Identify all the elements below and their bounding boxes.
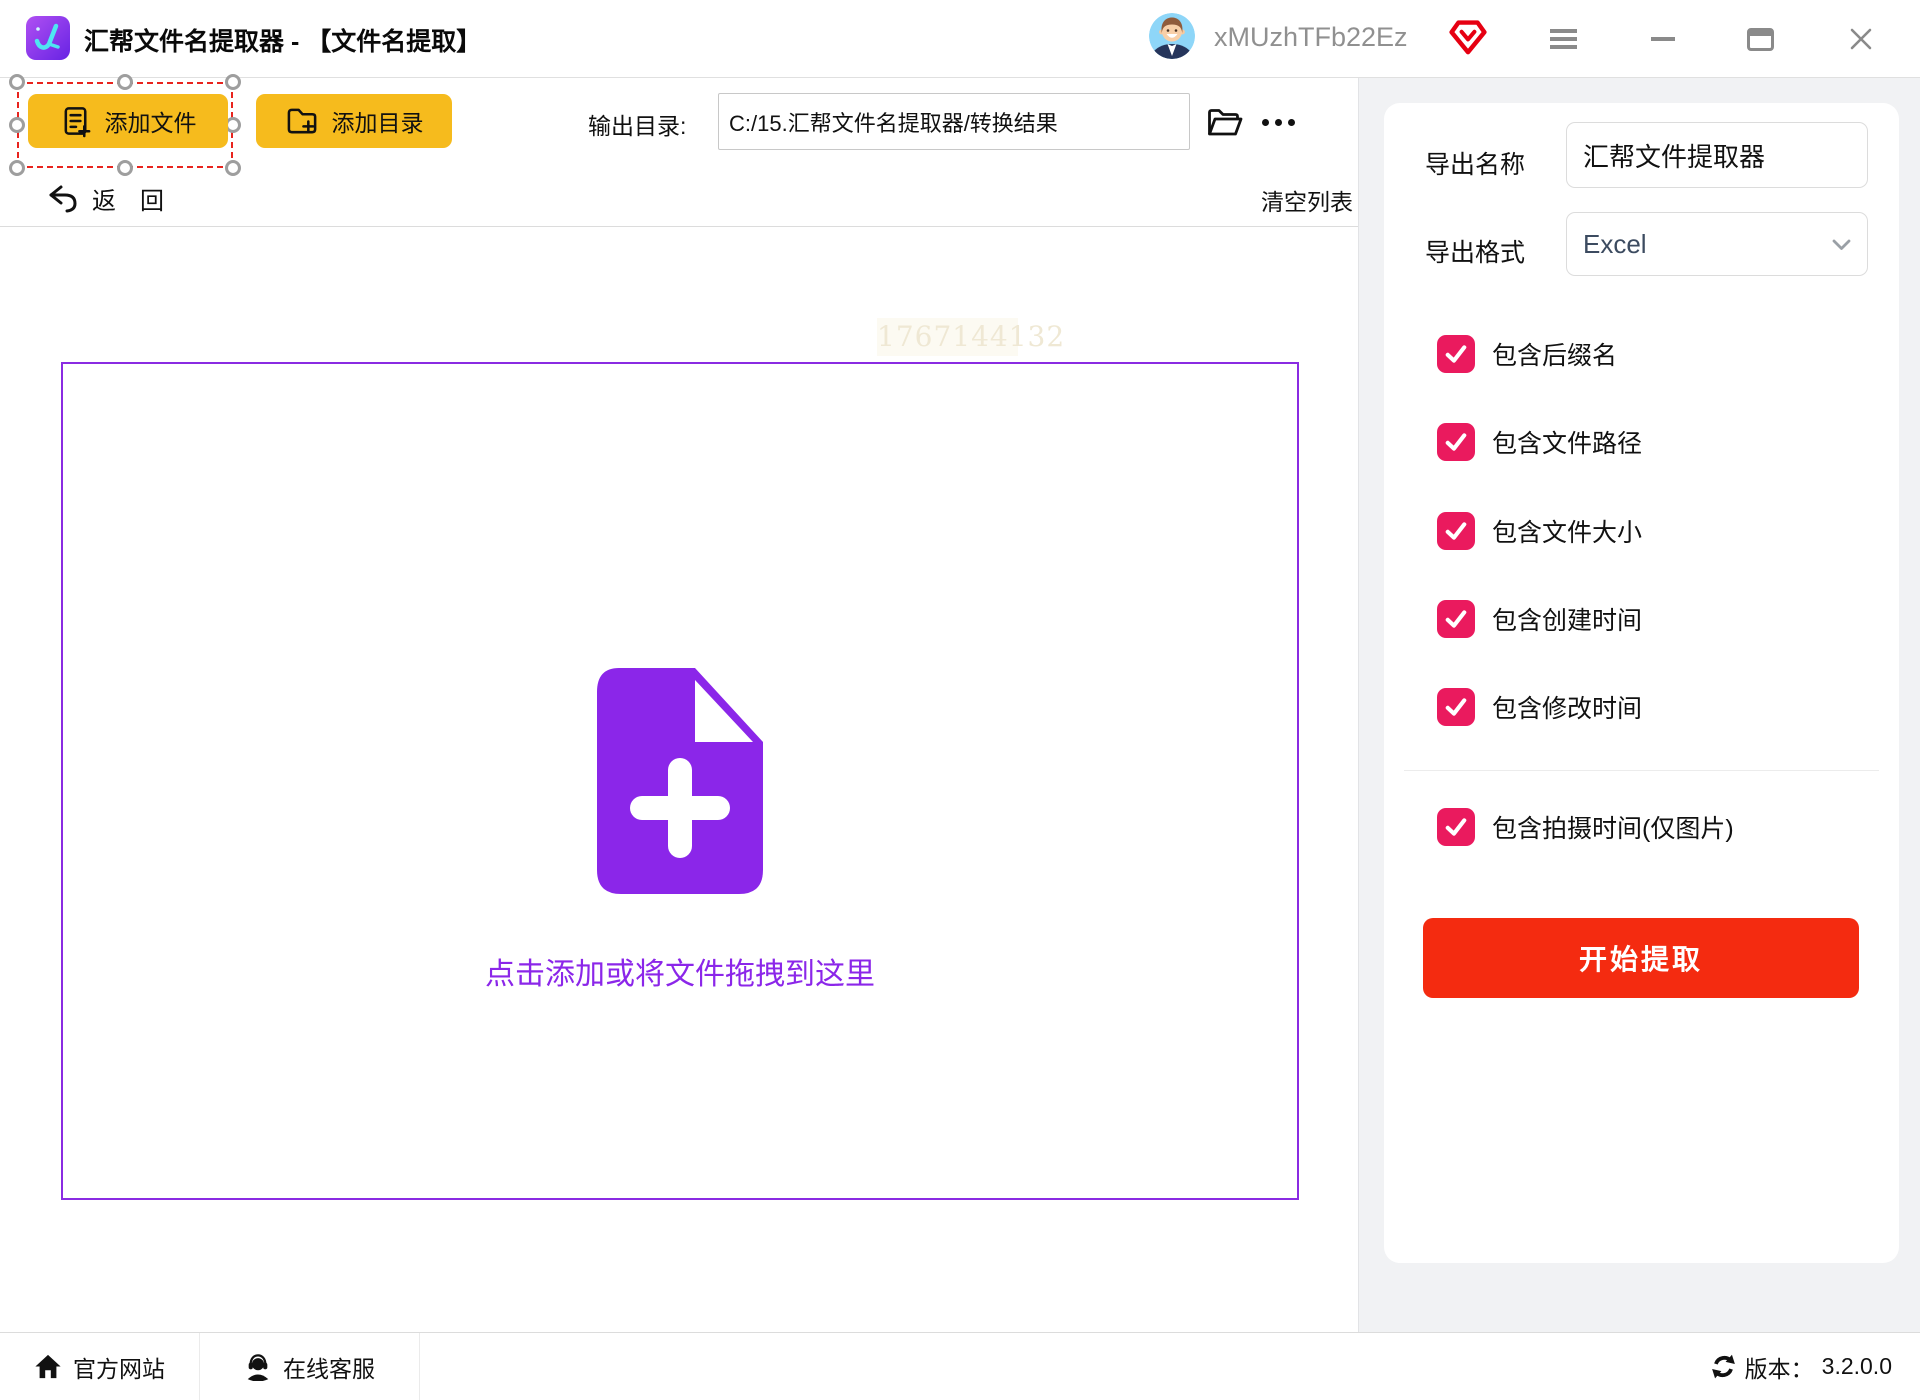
workspace: 1767144132 点击添加或将文件拖拽到这里 bbox=[0, 227, 1358, 1332]
close-button[interactable] bbox=[1841, 19, 1881, 59]
selection-handle[interactable] bbox=[9, 74, 25, 90]
toolbar: 添加文件 添加目录 输出目录: bbox=[0, 78, 1358, 227]
browse-folder-button[interactable] bbox=[1203, 100, 1247, 144]
add-directory-button[interactable]: 添加目录 bbox=[256, 94, 452, 148]
home-icon bbox=[34, 1353, 62, 1380]
add-directory-label: 添加目录 bbox=[332, 104, 424, 138]
checkbox-row-size[interactable]: 包含文件大小 bbox=[1437, 512, 1642, 550]
checkbox-label: 包含后缀名 bbox=[1492, 336, 1617, 372]
checkmark-icon bbox=[1442, 813, 1470, 841]
selection-handle[interactable] bbox=[117, 74, 133, 90]
start-extract-button[interactable]: 开始提取 bbox=[1423, 918, 1859, 998]
checkbox-row-shot-time[interactable]: 包含拍摄时间(仅图片) bbox=[1437, 808, 1734, 846]
checkbox-label: 包含文件路径 bbox=[1492, 424, 1642, 460]
folder-open-icon bbox=[1206, 106, 1244, 139]
vip-badge-icon[interactable] bbox=[1448, 17, 1488, 57]
checkbox-label: 包含拍摄时间(仅图片) bbox=[1492, 809, 1734, 845]
username: xMUzhTFb22Ez bbox=[1214, 22, 1408, 53]
refresh-icon[interactable] bbox=[1710, 1353, 1737, 1380]
file-plus-icon bbox=[597, 668, 763, 894]
headset-icon bbox=[244, 1353, 272, 1381]
selection-handle[interactable] bbox=[9, 117, 25, 133]
user-avatar[interactable] bbox=[1149, 13, 1195, 59]
maximize-icon bbox=[1747, 28, 1774, 51]
watermark: 1767144132 bbox=[877, 318, 1018, 356]
checkmark-icon bbox=[1442, 340, 1470, 368]
version-value: 3.2.0.0 bbox=[1822, 1353, 1892, 1380]
clear-list-button[interactable]: 清空列表 bbox=[1261, 183, 1353, 217]
app-logo-icon bbox=[26, 16, 70, 60]
titlebar: 汇帮文件名提取器 - 【文件名提取】 xMUzhTFb22Ez bbox=[0, 0, 1920, 78]
maximize-button[interactable] bbox=[1740, 19, 1780, 59]
add-directory-icon bbox=[285, 105, 320, 138]
online-support-link[interactable]: 在线客服 bbox=[200, 1333, 420, 1400]
footer: 官方网站 在线客服 版本： 3.2.0.0 bbox=[0, 1332, 1920, 1400]
export-name-input[interactable] bbox=[1566, 122, 1868, 188]
checkmark-icon bbox=[1442, 517, 1470, 545]
checkmark-icon bbox=[1442, 605, 1470, 633]
online-support-label: 在线客服 bbox=[283, 1350, 375, 1384]
official-website-link[interactable]: 官方网站 bbox=[0, 1333, 200, 1400]
more-options-button[interactable] bbox=[1255, 100, 1301, 144]
export-format-value: Excel bbox=[1583, 229, 1647, 260]
add-file-label: 添加文件 bbox=[105, 104, 197, 138]
more-options-icon bbox=[1262, 119, 1269, 126]
checkbox-row-path[interactable]: 包含文件路径 bbox=[1437, 423, 1642, 461]
close-icon bbox=[1849, 27, 1873, 51]
selection-handle[interactable] bbox=[225, 160, 241, 176]
checkbox-include-size[interactable] bbox=[1437, 512, 1475, 550]
menu-icon bbox=[1550, 25, 1577, 54]
checkbox-row-modified[interactable]: 包含修改时间 bbox=[1437, 688, 1642, 726]
sidebar: 导出名称 导出格式 Excel 包含后缀名 包含文件路径 bbox=[1358, 78, 1920, 1332]
checkmark-icon bbox=[1442, 428, 1470, 456]
export-name-label: 导出名称 bbox=[1425, 145, 1525, 181]
back-button[interactable]: 返 回 bbox=[46, 181, 164, 216]
checkbox-row-created[interactable]: 包含创建时间 bbox=[1437, 600, 1642, 638]
add-file-button[interactable]: 添加文件 bbox=[28, 94, 228, 148]
checkbox-include-path[interactable] bbox=[1437, 423, 1475, 461]
minimize-button[interactable] bbox=[1643, 19, 1683, 59]
checkbox-label: 包含文件大小 bbox=[1492, 513, 1642, 549]
checkbox-include-created-time[interactable] bbox=[1437, 600, 1475, 638]
selection-handle[interactable] bbox=[117, 160, 133, 176]
export-format-select[interactable]: Excel bbox=[1566, 212, 1868, 276]
export-settings-card: 导出名称 导出格式 Excel 包含后缀名 包含文件路径 bbox=[1384, 103, 1899, 1263]
output-dir-label: 输出目录: bbox=[588, 107, 686, 141]
divider bbox=[1404, 770, 1879, 771]
output-dir-input[interactable] bbox=[718, 93, 1190, 150]
export-format-label: 导出格式 bbox=[1425, 233, 1525, 269]
checkbox-label: 包含创建时间 bbox=[1492, 601, 1642, 637]
version-info: 版本： 3.2.0.0 bbox=[1710, 1333, 1892, 1400]
checkbox-label: 包含修改时间 bbox=[1492, 689, 1642, 725]
undo-icon bbox=[46, 183, 80, 214]
version-label: 版本： bbox=[1745, 1350, 1814, 1384]
add-file-icon bbox=[60, 105, 93, 138]
official-website-label: 官方网站 bbox=[73, 1350, 165, 1384]
checkbox-include-modified-time[interactable] bbox=[1437, 688, 1475, 726]
checkmark-icon bbox=[1442, 693, 1470, 721]
main-area: 添加文件 添加目录 输出目录: bbox=[0, 78, 1358, 1332]
back-label: 返 回 bbox=[92, 181, 164, 216]
checkbox-include-suffix[interactable] bbox=[1437, 335, 1475, 373]
chevron-down-icon bbox=[1832, 239, 1851, 251]
selection-handle[interactable] bbox=[9, 160, 25, 176]
checkbox-row-suffix[interactable]: 包含后缀名 bbox=[1437, 335, 1617, 373]
drop-zone-hint: 点击添加或将文件拖拽到这里 bbox=[485, 949, 875, 993]
selection-handle[interactable] bbox=[225, 74, 241, 90]
menu-button[interactable] bbox=[1543, 19, 1583, 59]
checkbox-include-shot-time[interactable] bbox=[1437, 808, 1475, 846]
app-window: 汇帮文件名提取器 - 【文件名提取】 xMUzhTFb22Ez bbox=[0, 0, 1920, 1400]
window-title: 汇帮文件名提取器 - 【文件名提取】 bbox=[84, 22, 481, 58]
drop-zone[interactable]: 点击添加或将文件拖拽到这里 bbox=[61, 362, 1299, 1200]
minimize-icon bbox=[1651, 37, 1675, 41]
